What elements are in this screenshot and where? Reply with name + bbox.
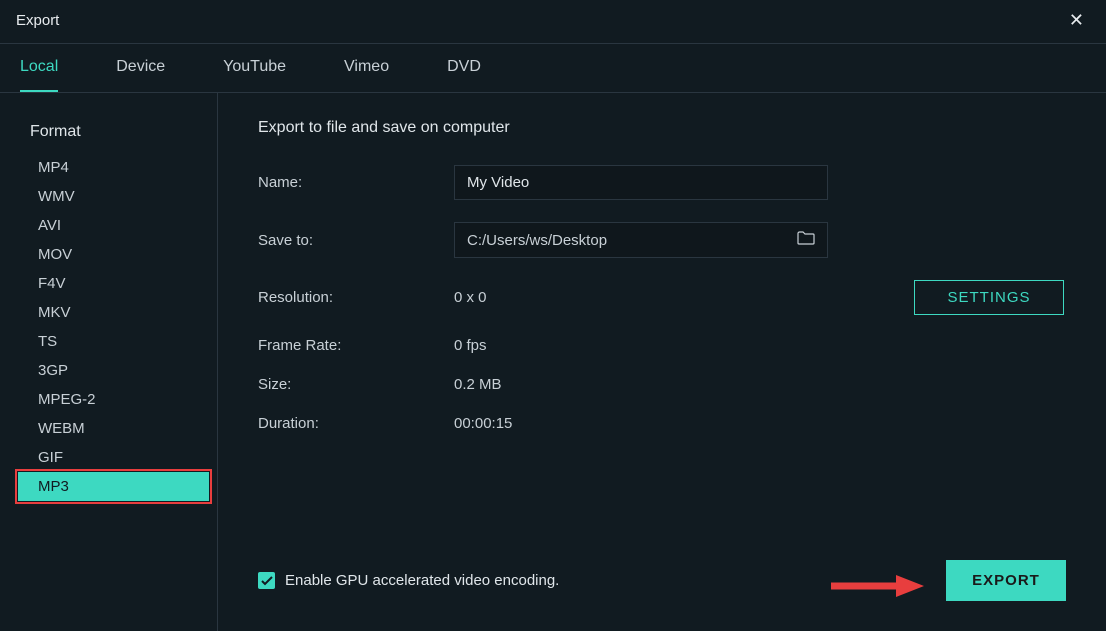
format-item-webm[interactable]: WEBM <box>0 414 217 443</box>
close-icon[interactable]: ✕ <box>1063 8 1090 33</box>
format-item-mpeg2[interactable]: MPEG-2 <box>0 385 217 414</box>
name-input[interactable] <box>454 165 828 200</box>
saveto-path[interactable]: C:/Users/ws/Desktop <box>454 222 828 258</box>
format-item-gif[interactable]: GIF <box>0 443 217 472</box>
format-item-mp4[interactable]: MP4 <box>0 153 217 182</box>
size-label: Size: <box>258 376 454 393</box>
main-panel: Export to file and save on computer Name… <box>218 93 1106 631</box>
framerate-value: 0 fps <box>454 337 487 354</box>
tab-device[interactable]: Device <box>116 44 165 92</box>
format-item-avi[interactable]: AVI <box>0 211 217 240</box>
main-heading: Export to file and save on computer <box>258 119 1066 137</box>
tab-local[interactable]: Local <box>20 44 58 92</box>
tab-dvd[interactable]: DVD <box>447 44 481 92</box>
format-heading: Format <box>0 123 217 153</box>
format-item-f4v[interactable]: F4V <box>0 269 217 298</box>
saveto-label: Save to: <box>258 232 454 249</box>
resolution-label: Resolution: <box>258 289 454 306</box>
format-item-mp3[interactable]: MP3 <box>18 472 209 501</box>
gpu-checkbox[interactable] <box>258 572 275 589</box>
gpu-checkbox-label: Enable GPU accelerated video encoding. <box>285 572 559 589</box>
format-item-wmv[interactable]: WMV <box>0 182 217 211</box>
export-tabs: Local Device YouTube Vimeo DVD <box>0 44 1106 93</box>
framerate-label: Frame Rate: <box>258 337 454 354</box>
saveto-value: C:/Users/ws/Desktop <box>467 232 607 249</box>
folder-icon[interactable] <box>797 231 815 249</box>
export-button[interactable]: EXPORT <box>946 560 1066 601</box>
format-item-mov[interactable]: MOV <box>0 240 217 269</box>
format-item-ts[interactable]: TS <box>0 327 217 356</box>
tab-vimeo[interactable]: Vimeo <box>344 44 389 92</box>
window-title: Export <box>16 12 59 29</box>
tab-youtube[interactable]: YouTube <box>223 44 286 92</box>
settings-button[interactable]: SETTINGS <box>914 280 1064 315</box>
name-label: Name: <box>258 174 454 191</box>
duration-label: Duration: <box>258 415 454 432</box>
resolution-value: 0 x 0 <box>454 289 487 306</box>
duration-value: 00:00:15 <box>454 415 512 432</box>
size-value: 0.2 MB <box>454 376 502 393</box>
format-item-3gp[interactable]: 3GP <box>0 356 217 385</box>
arrow-annotation-icon <box>826 571 926 601</box>
format-item-mkv[interactable]: MKV <box>0 298 217 327</box>
format-sidebar: Format MP4 WMV AVI MOV F4V MKV TS 3GP MP… <box>0 93 218 631</box>
